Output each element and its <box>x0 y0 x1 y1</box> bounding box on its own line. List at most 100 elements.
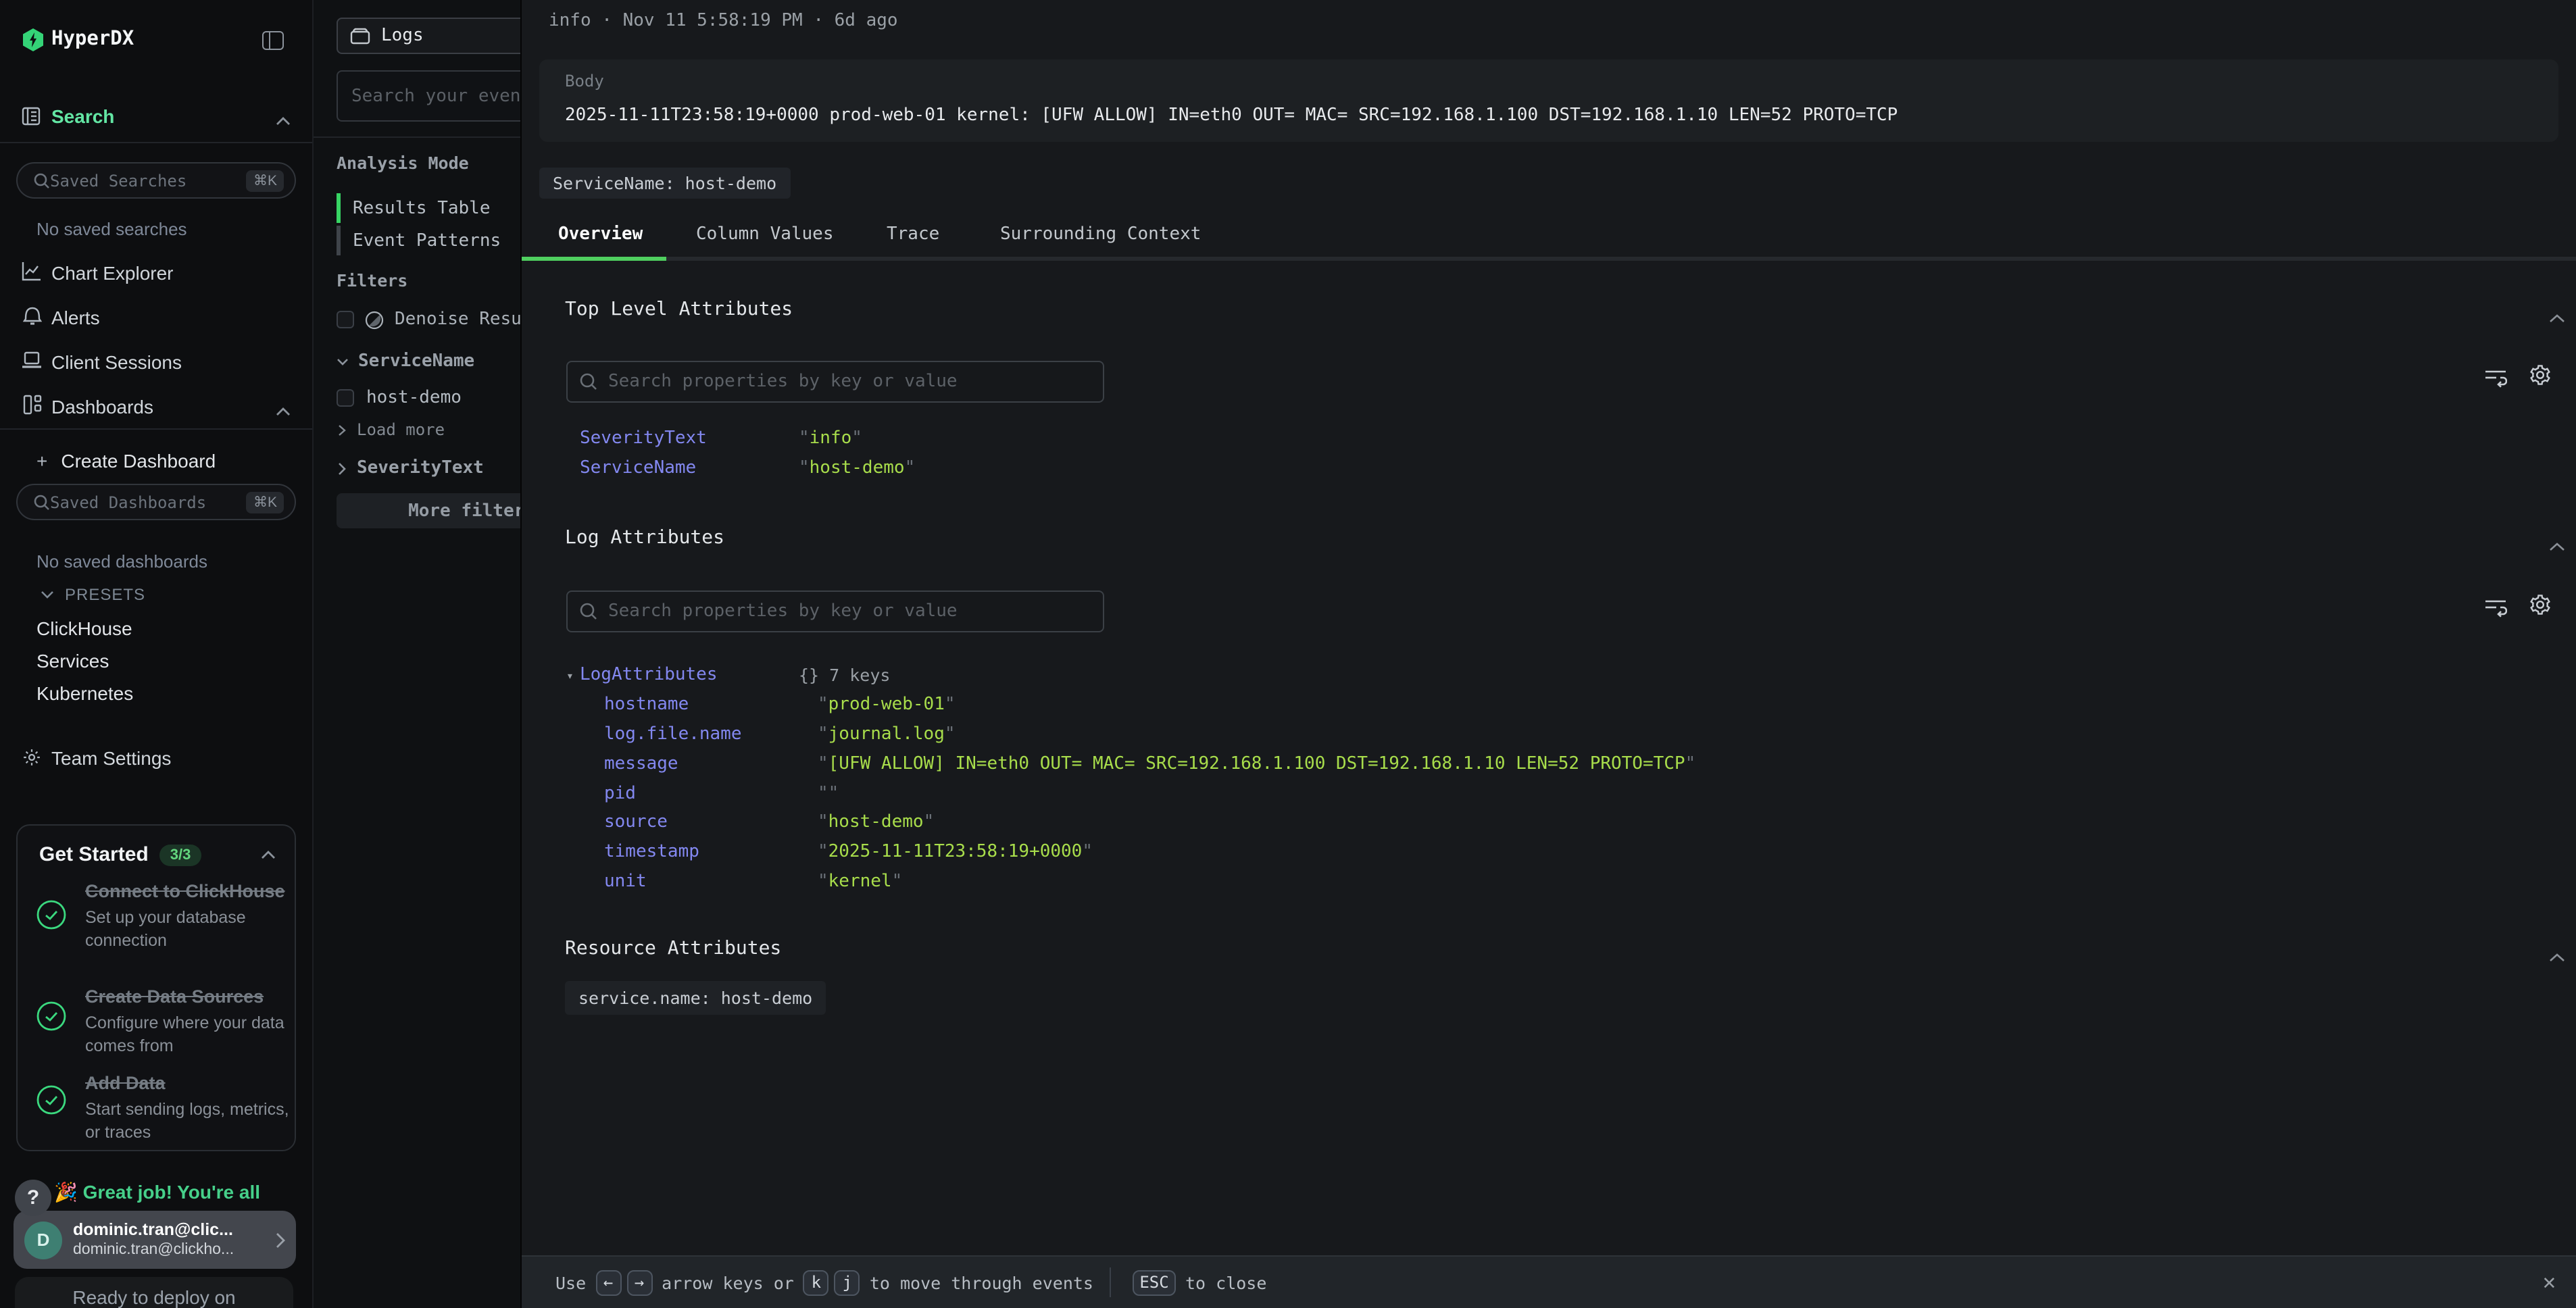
log-attributes-root-row[interactable]: ▾ LogAttributes {} 7 keys <box>522 665 2549 695</box>
filter-group-severitytext[interactable]: SeverityText <box>338 458 484 478</box>
denoise-filter-row[interactable]: Denoise Results <box>337 309 520 330</box>
chevron-up-icon[interactable] <box>261 850 276 859</box>
saved-searches-field[interactable] <box>50 171 247 190</box>
load-more-button[interactable]: Load more <box>338 420 445 439</box>
attr-value[interactable]: prod-web-01 <box>818 695 956 715</box>
preset-services[interactable]: Services <box>36 650 109 672</box>
get-started-item-title: Add Data <box>85 1072 291 1096</box>
event-search-input[interactable] <box>337 70 520 122</box>
sidebar-item-alerts[interactable]: Alerts <box>51 307 100 328</box>
get-started-item[interactable]: Add Data Start sending logs, metrics, or… <box>85 1072 291 1144</box>
attr-value[interactable]: info <box>799 428 862 449</box>
chevron-up-icon[interactable] <box>2549 531 2565 557</box>
attr-key[interactable]: source <box>604 812 668 832</box>
log-attributes-search-field[interactable] <box>608 601 1091 622</box>
attribute-row[interactable]: pid <box>522 784 2549 813</box>
search-icon <box>34 172 50 188</box>
attribute-row[interactable]: ServiceName host-demo <box>522 458 2549 488</box>
preset-kubernetes[interactable]: Kubernetes <box>36 682 133 704</box>
attr-key[interactable]: message <box>604 754 678 774</box>
attr-value[interactable]: host-demo <box>799 458 915 478</box>
sidebar-item-team-settings[interactable]: Team Settings <box>51 747 171 769</box>
gear-icon[interactable] <box>2529 363 2552 392</box>
chevron-up-icon[interactable] <box>2549 942 2565 967</box>
sidebar-item-search[interactable]: Search <box>51 105 114 127</box>
get-started-item-title: Create Data Sources <box>85 985 291 1009</box>
filter-group-label: SeverityText <box>357 458 484 478</box>
attr-value[interactable]: journal.log <box>818 724 956 745</box>
resource-attribute-tag[interactable]: service.name: host-demo <box>565 981 826 1015</box>
more-filters-button[interactable]: More filters <box>337 493 520 528</box>
top-level-search[interactable] <box>566 361 1104 403</box>
sidebar-item-dashboards[interactable]: Dashboards <box>51 396 153 418</box>
attr-key[interactable]: hostname <box>604 695 689 715</box>
host-demo-checkbox[interactable] <box>337 389 354 407</box>
attribute-row[interactable]: source host-demo <box>522 812 2549 842</box>
tab-overview[interactable]: Overview <box>558 224 643 245</box>
attr-value[interactable]: kernel <box>818 872 902 892</box>
attribute-row[interactable]: hostname prod-web-01 <box>522 695 2549 724</box>
attr-key[interactable]: LogAttributes <box>580 665 718 685</box>
deploy-banner[interactable]: Ready to deploy on <box>15 1277 293 1308</box>
check-circle-icon <box>36 1085 66 1122</box>
create-dashboard-label: Create Dashboard <box>61 450 216 472</box>
attribute-row[interactable]: unit kernel <box>522 872 2549 901</box>
gear-icon[interactable] <box>2529 593 2552 622</box>
attr-key[interactable]: unit <box>604 872 647 892</box>
attr-key[interactable]: SeverityText <box>580 428 707 449</box>
search-icon <box>580 603 597 620</box>
shortcut-badge: ⌘K <box>247 491 284 513</box>
attribute-row[interactable]: timestamp 2025-11-11T23:58:19+0000 <box>522 842 2549 872</box>
saved-dashboards-input[interactable]: ⌘K <box>16 484 296 520</box>
get-started-item[interactable]: Connect to ClickHouse Set up your databa… <box>85 880 291 953</box>
tab-trace[interactable]: Trace <box>887 224 939 245</box>
attr-key[interactable]: timestamp <box>604 842 699 862</box>
alerts-bell-icon <box>23 305 42 332</box>
service-name-tag[interactable]: ServiceName: host-demo <box>539 168 790 199</box>
saved-dashboards-field[interactable] <box>50 493 247 511</box>
attr-key[interactable]: ServiceName <box>580 458 696 478</box>
presets-group-header[interactable]: PRESETS <box>41 585 145 604</box>
user-menu[interactable]: D dominic.tran@clic... dominic.tran@clic… <box>14 1211 296 1269</box>
attr-value[interactable]: host-demo <box>818 812 934 832</box>
wrap-lines-icon[interactable] <box>2484 368 2507 393</box>
sidebar-item-client-sessions[interactable]: Client Sessions <box>51 351 182 373</box>
attr-value[interactable] <box>818 784 839 804</box>
tab-column-values[interactable]: Column Values <box>696 224 834 245</box>
mode-results-table[interactable]: Results Table <box>337 193 491 223</box>
filter-group-servicename[interactable]: ServiceName <box>337 351 474 372</box>
denoise-checkbox[interactable] <box>337 311 354 328</box>
chevron-up-icon[interactable] <box>2549 303 2565 328</box>
source-selector[interactable]: Logs <box>337 18 520 54</box>
close-icon[interactable]: ✕ <box>2543 1269 2556 1294</box>
log-attributes-search[interactable] <box>566 590 1104 632</box>
help-button[interactable]: ? <box>15 1180 51 1216</box>
presets-label: PRESETS <box>65 585 145 604</box>
preset-clickhouse[interactable]: ClickHouse <box>36 618 132 639</box>
tree-collapse-arrow[interactable]: ▾ <box>566 670 574 684</box>
source-label: Logs <box>381 26 424 46</box>
attr-value[interactable]: [UFW ALLOW] IN=eth0 OUT= MAC= SRC=192.16… <box>818 754 1695 774</box>
wrap-lines-icon[interactable] <box>2484 597 2507 623</box>
section-title-log-attributes: Log Attributes <box>565 527 724 549</box>
tab-surrounding-context[interactable]: Surrounding Context <box>1000 224 1201 245</box>
mode-event-patterns[interactable]: Event Patterns <box>337 226 501 255</box>
top-level-search-field[interactable] <box>608 372 1091 392</box>
sidebar-item-chart-explorer[interactable]: Chart Explorer <box>51 262 174 284</box>
attr-key[interactable]: log.file.name <box>604 724 742 745</box>
get-started-item[interactable]: Create Data Sources Configure where your… <box>85 985 291 1058</box>
attribute-row[interactable]: message [UFW ALLOW] IN=eth0 OUT= MAC= SR… <box>522 754 2549 784</box>
attribute-row[interactable]: log.file.name journal.log <box>522 724 2549 754</box>
attr-value[interactable]: 2025-11-11T23:58:19+0000 <box>818 842 1093 862</box>
chart-explorer-icon <box>22 261 42 288</box>
saved-searches-input[interactable]: ⌘K <box>16 162 296 199</box>
attribute-row[interactable]: SeverityText info <box>522 428 2549 458</box>
filter-value-label: host-demo <box>366 388 462 408</box>
attr-key[interactable]: pid <box>604 784 636 804</box>
body-label: Body <box>565 72 604 91</box>
chevron-up-icon[interactable] <box>276 399 291 423</box>
filter-value-host-demo[interactable]: host-demo <box>337 388 462 408</box>
create-dashboard-button[interactable]: + Create Dashboard <box>36 450 216 472</box>
chevron-up-icon[interactable] <box>276 108 291 132</box>
sidebar-collapse-icon[interactable] <box>262 31 284 57</box>
